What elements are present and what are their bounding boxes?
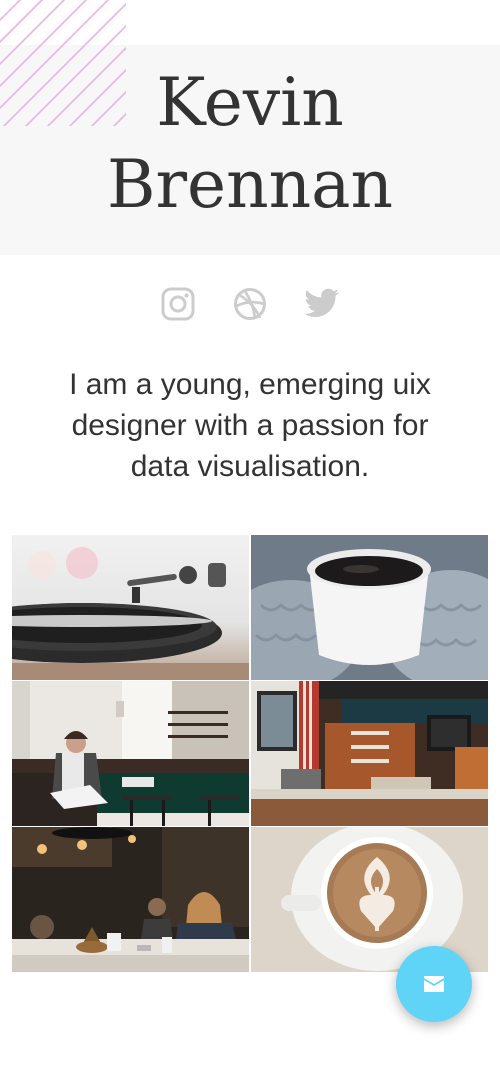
gallery-photo-person-reading[interactable] bbox=[12, 681, 249, 826]
twitter-link[interactable] bbox=[304, 284, 340, 324]
gallery-photo-coffee-mittens[interactable] bbox=[251, 535, 488, 680]
photo-gallery bbox=[12, 535, 488, 972]
gallery-photo-woman-in-cafe[interactable] bbox=[12, 827, 249, 972]
dribbble-icon bbox=[234, 288, 266, 320]
instagram-icon bbox=[161, 287, 195, 321]
bio-text: I am a young, emerging uix designer with… bbox=[69, 368, 431, 483]
first-name: Kevin bbox=[156, 64, 344, 141]
mail-icon bbox=[424, 976, 444, 992]
dribbble-link[interactable] bbox=[232, 284, 268, 324]
page-title: Kevin Brennan bbox=[0, 62, 500, 226]
gallery-photo-cafe-counter[interactable] bbox=[251, 681, 488, 826]
social-links bbox=[0, 284, 500, 324]
twitter-icon bbox=[304, 288, 339, 317]
instagram-link[interactable] bbox=[160, 284, 196, 324]
gallery-photo-record-player[interactable] bbox=[12, 535, 249, 680]
last-name: Brennan bbox=[107, 146, 393, 223]
contact-fab-button[interactable] bbox=[396, 946, 472, 1022]
